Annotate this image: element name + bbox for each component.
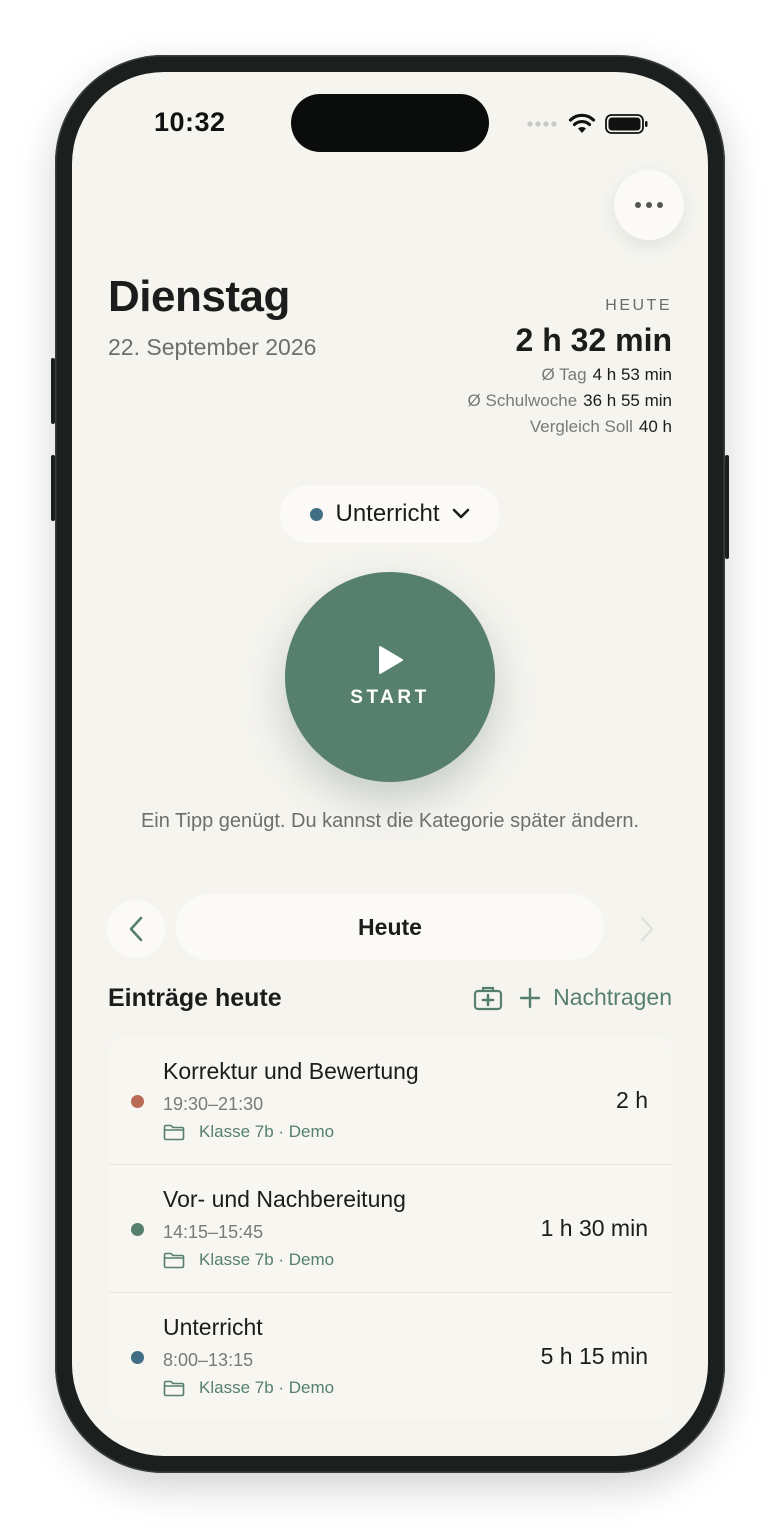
- folder-icon: [163, 1124, 185, 1140]
- day-selector-label: Heute: [358, 913, 422, 940]
- entry-meta: Klasse 7b · Demo: [163, 1122, 334, 1142]
- phone-frame: 10:32 Dienstag 22. September 2026 HEUTE …: [51, 55, 729, 1473]
- status-time: 10:32: [154, 107, 226, 137]
- entry-color-dot: [131, 1095, 144, 1108]
- category-color-dot: [310, 507, 324, 521]
- entry-title: Unterricht: [163, 1314, 263, 1340]
- stat-row: Vergleich Soll 40 h: [468, 417, 672, 437]
- wifi-icon: [568, 113, 596, 133]
- entry-duration: 2 h: [616, 1087, 648, 1113]
- more-dot: [657, 202, 663, 208]
- list-item[interactable]: Unterricht 8:00–13:15 Klasse 7b · Demo 5…: [108, 1293, 672, 1420]
- more-button[interactable]: [614, 170, 684, 240]
- chevron-right-icon: [640, 916, 654, 942]
- status-icons: [527, 112, 649, 136]
- volume-button: [51, 455, 55, 521]
- entry-duration: 5 h 15 min: [540, 1343, 648, 1369]
- entry-meta-text: Klasse 7b · Demo: [199, 1122, 335, 1141]
- entry-time: 19:30–21:30: [163, 1094, 264, 1114]
- stat-value: 36 h 55 min: [583, 391, 672, 410]
- category-select[interactable]: Unterricht: [280, 485, 500, 543]
- chevron-left-icon: [129, 916, 143, 942]
- folder-icon: [163, 1252, 185, 1268]
- chevron-down-icon: [452, 508, 469, 519]
- entry-title: Vor- und Nachbereitung: [163, 1186, 406, 1212]
- plus-icon: [519, 987, 541, 1008]
- screen: 10:32 Dienstag 22. September 2026 HEUTE …: [72, 72, 708, 1456]
- next-day-button[interactable]: [618, 900, 676, 958]
- entry-meta-text: Klasse 7b · Demo: [199, 1250, 335, 1269]
- action-button: [51, 358, 55, 424]
- stat-label: Ø Tag: [541, 365, 587, 384]
- entries-actions: Nachtragen: [473, 984, 672, 1011]
- date-label: 22. September 2026: [108, 334, 317, 360]
- entry-title: Korrektur und Bewertung: [163, 1058, 419, 1084]
- hint-text: Ein Tipp genügt. Du kannst die Kategorie…: [140, 810, 640, 832]
- stats-panel: HEUTE 2 h 32 min Ø Tag 4 h 53 min Ø Schul…: [468, 297, 672, 437]
- category-label: Unterricht: [335, 500, 440, 527]
- entry-color-dot: [131, 1351, 144, 1364]
- entry-meta-text: Klasse 7b · Demo: [199, 1378, 335, 1397]
- play-icon: [379, 646, 403, 674]
- signal-icon: [527, 121, 557, 127]
- stat-row: Ø Schulwoche 36 h 55 min: [468, 391, 672, 411]
- entry-meta: Klasse 7b · Demo: [163, 1250, 334, 1270]
- entries-list: Korrektur und Bewertung 19:30–21:30 Klas…: [108, 1037, 672, 1420]
- stat-value: 4 h 53 min: [592, 365, 672, 384]
- stat-row: Ø Tag 4 h 53 min: [468, 365, 672, 385]
- entry-color-dot: [131, 1223, 144, 1236]
- stat-value: 40 h: [638, 417, 672, 436]
- page-title: Dienstag: [108, 272, 290, 321]
- section-title: Einträge heute: [108, 984, 282, 1012]
- dynamic-island: [291, 94, 489, 152]
- start-button[interactable]: START: [285, 572, 495, 782]
- first-aid-kit-icon[interactable]: [473, 985, 503, 1011]
- more-dot: [646, 202, 652, 208]
- previous-day-button[interactable]: [107, 900, 165, 958]
- entry-time: 14:15–15:45: [163, 1222, 264, 1242]
- stat-label: Ø Schulwoche: [467, 391, 578, 410]
- stats-total: 2 h 32 min: [515, 322, 673, 358]
- folder-icon: [163, 1380, 185, 1396]
- more-dots-icon: [635, 202, 641, 208]
- list-item[interactable]: Korrektur und Bewertung 19:30–21:30 Klas…: [108, 1037, 672, 1165]
- entry-meta: Klasse 7b · Demo: [163, 1378, 334, 1398]
- entry-time: 8:00–13:15: [163, 1350, 254, 1370]
- add-entry-label: Nachtragen: [553, 984, 672, 1010]
- stat-label: Vergleich Soll: [529, 417, 633, 436]
- entry-duration: 1 h 30 min: [540, 1215, 648, 1241]
- stats-label: HEUTE: [605, 297, 672, 314]
- battery-icon: [605, 114, 648, 134]
- power-button: [725, 455, 729, 559]
- list-item[interactable]: Vor- und Nachbereitung 14:15–15:45 Klass…: [108, 1165, 672, 1293]
- start-label: START: [350, 687, 430, 708]
- add-entry-button[interactable]: Nachtragen: [519, 984, 672, 1011]
- day-selector[interactable]: Heute: [176, 894, 604, 960]
